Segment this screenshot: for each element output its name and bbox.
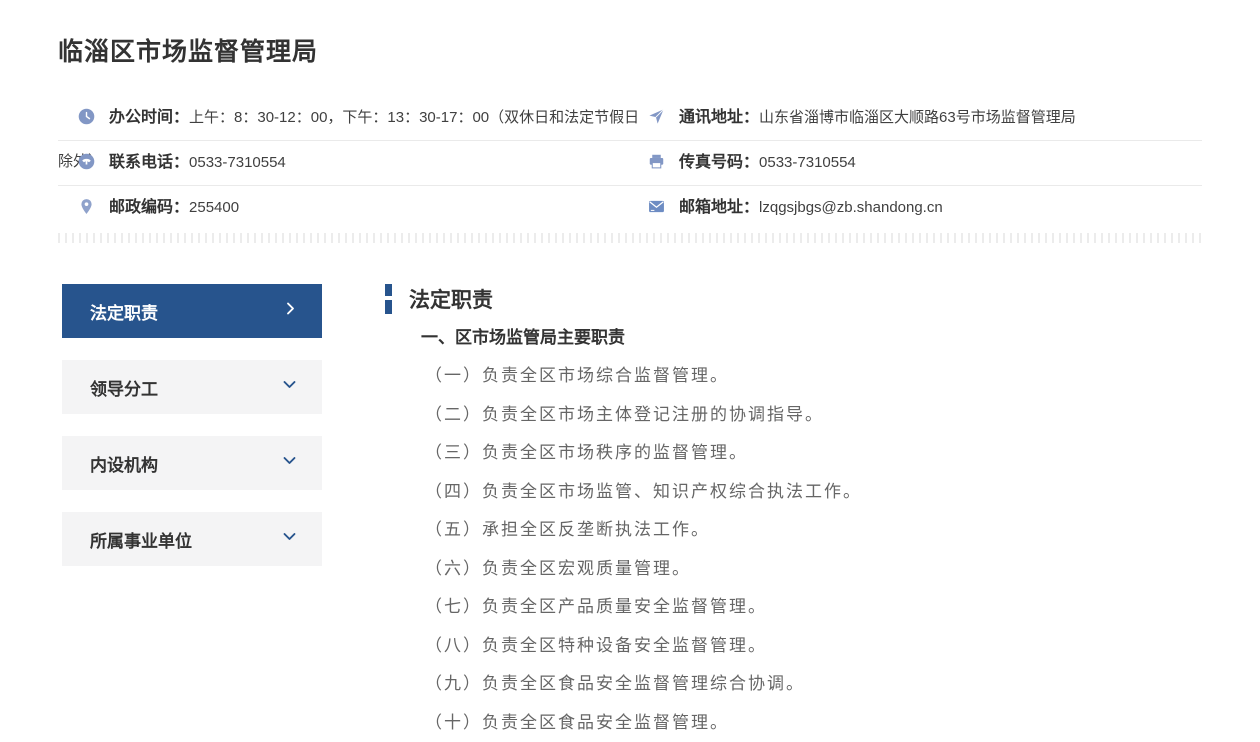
section-heading: 法定职责: [409, 284, 493, 314]
fax-label: 传真号码：: [679, 154, 759, 171]
contact-info-panel: 办公时间：上午：8：30-12：00，下午：13：30-17：00（双休日和法定…: [58, 96, 1202, 230]
email-label: 邮箱地址：: [679, 199, 759, 216]
sidebar-item-affiliated-units[interactable]: 所属事业单位: [62, 512, 322, 566]
sidebar-item-label: 法定职责: [90, 299, 158, 324]
list-item: （六）负责全区宏观质量管理。: [425, 550, 1205, 589]
postcode-item: 邮政编码：255400: [58, 186, 646, 230]
sidebar-item-label: 领导分工: [90, 375, 158, 400]
main-content: 法定职责 一、区市场监管局主要职责 （一）负责全区市场综合监督管理。 （二）负责…: [385, 284, 1205, 742]
list-item: （十）负责全区食品安全监督管理。: [425, 704, 1205, 742]
sidebar-item-statutory-duties[interactable]: 法定职责: [62, 284, 322, 338]
office-hours-label: 办公时间：: [109, 109, 189, 126]
contact-row-3: 邮政编码：255400 邮箱地址：lzqgsjbgs@zb.shandong.c…: [58, 186, 1202, 230]
list-item: （九）负责全区食品安全监督管理综合协调。: [425, 665, 1205, 704]
chevron-down-icon: [281, 453, 298, 473]
duties-list: （一）负责全区市场综合监督管理。 （二）负责全区市场主体登记注册的协调指导。 （…: [425, 357, 1205, 742]
dotted-divider: [58, 233, 1202, 243]
address-value: 山东省淄博市临淄区大顺路63号市场监督管理局: [759, 109, 1076, 126]
office-hours-item: 办公时间：上午：8：30-12：00，下午：13：30-17：00（双休日和法定…: [58, 96, 646, 140]
list-item: （七）负责全区产品质量安全监督管理。: [425, 588, 1205, 627]
list-item: （四）负责全区市场监管、知识产权综合执法工作。: [425, 473, 1205, 512]
sidebar-item-label: 所属事业单位: [90, 527, 192, 552]
email-value: lzqgsjbgs@zb.shandong.cn: [759, 199, 943, 216]
list-item: （一）负责全区市场综合监督管理。: [425, 357, 1205, 396]
map-pin-icon: [78, 189, 95, 206]
postcode-value: 255400: [189, 199, 239, 216]
email-item: 邮箱地址：lzqgsjbgs@zb.shandong.cn: [646, 186, 1202, 230]
chevron-down-icon: [281, 377, 298, 397]
fax-value: 0533-7310554: [759, 154, 856, 171]
address-label: 通讯地址：: [679, 109, 759, 126]
mail-icon: [648, 189, 665, 206]
section-subheading: 一、区市场监管局主要职责: [421, 323, 1205, 348]
postcode-label: 邮政编码：: [109, 199, 189, 216]
sidebar-item-leadership[interactable]: 领导分工: [62, 360, 322, 414]
sidebar-nav: 法定职责 领导分工 内设机构 所属事业单位: [62, 284, 322, 742]
list-item: （五）承担全区反垄断执法工作。: [425, 511, 1205, 550]
list-item: （二）负责全区市场主体登记注册的协调指导。: [425, 396, 1205, 435]
section-heading-row: 法定职责: [385, 284, 1205, 314]
clock-icon: [78, 99, 95, 116]
list-item: （八）负责全区特种设备安全监督管理。: [425, 627, 1205, 666]
phone-icon: [78, 144, 95, 161]
send-icon: [648, 99, 665, 116]
printer-icon: [648, 144, 665, 161]
heading-accent-bar-icon: [385, 284, 392, 314]
sidebar-item-internal-orgs[interactable]: 内设机构: [62, 436, 322, 490]
phone-item: 联系电话：0533-7310554: [58, 141, 646, 185]
contact-row-2: 联系电话：0533-7310554 传真号码：0533-7310554: [58, 141, 1202, 186]
chevron-down-icon: [281, 529, 298, 549]
chevron-right-icon: [283, 301, 298, 321]
sidebar-item-label: 内设机构: [90, 451, 158, 476]
phone-label: 联系电话：: [109, 154, 189, 171]
phone-value: 0533-7310554: [189, 154, 286, 171]
fax-item: 传真号码：0533-7310554: [646, 141, 1202, 185]
page-title: 临淄区市场监督管理局: [0, 0, 1260, 68]
address-item: 通讯地址：山东省淄博市临淄区大顺路63号市场监督管理局: [646, 96, 1202, 140]
list-item: （三）负责全区市场秩序的监督管理。: [425, 434, 1205, 473]
contact-row-1: 办公时间：上午：8：30-12：00，下午：13：30-17：00（双休日和法定…: [58, 96, 1202, 141]
